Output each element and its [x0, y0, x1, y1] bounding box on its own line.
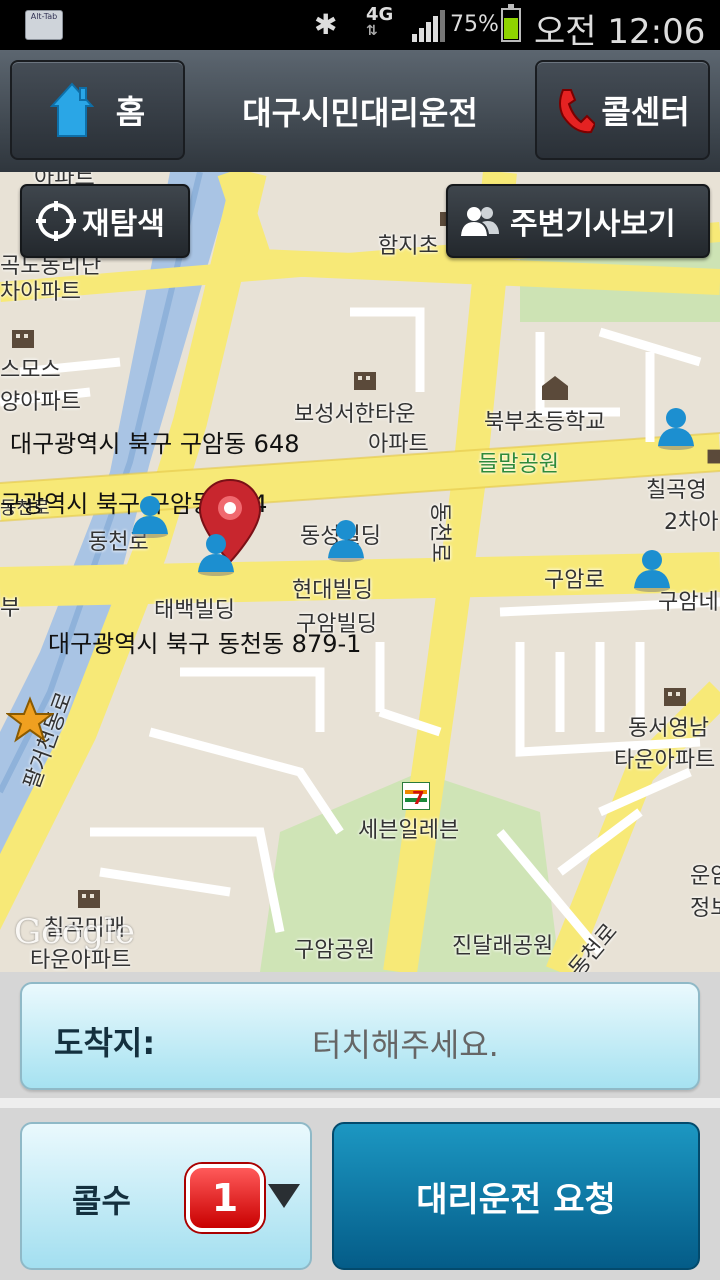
building-icon	[354, 372, 376, 390]
building-icon	[12, 330, 34, 348]
crosshair-icon	[34, 199, 78, 243]
address-label: 대구광역시 북구 동천동 879-1	[48, 630, 362, 658]
favorite-star-icon[interactable]	[6, 696, 54, 744]
rescan-label: 재탐색	[82, 207, 165, 242]
map-label: 구암공원	[294, 938, 375, 963]
map-label: 운암	[690, 864, 720, 889]
call-count-selector[interactable]: 콜수 1	[20, 1122, 312, 1270]
home-label: 홈	[115, 93, 146, 131]
building-icon	[78, 890, 100, 908]
map-label: 북부초등학교	[484, 410, 606, 435]
nearby-drivers-button[interactable]: 주변기사보기	[446, 184, 710, 258]
call-count-label: 콜수	[72, 1182, 131, 1220]
map-label: 동서영남	[628, 716, 709, 741]
map-label: 현대빌딩	[292, 578, 373, 603]
rescan-button[interactable]: 재탐색	[20, 184, 190, 258]
home-button[interactable]: 홈	[10, 60, 185, 160]
signal-strength-icon	[412, 10, 445, 42]
request-driver-button[interactable]: 대리운전 요청	[332, 1122, 700, 1270]
map-label: 구암로	[544, 568, 605, 593]
alt-tab-app-icon: Alt-Tab	[25, 10, 63, 40]
map-label: 칠곡영	[646, 478, 707, 503]
map-label: 보성서한타운	[294, 402, 416, 427]
phone-icon	[555, 86, 596, 134]
driver-icon[interactable]	[326, 518, 366, 562]
destination-placeholder: 터치해주세요.	[312, 1026, 499, 1064]
divider	[0, 1098, 720, 1108]
call-count-badge: 1	[186, 1164, 264, 1232]
driver-icon[interactable]	[196, 532, 236, 576]
map-label: 2차아	[664, 510, 719, 535]
map-label: 세븐일레븐	[358, 818, 460, 843]
nearby-drivers-label: 주변기사보기	[510, 207, 676, 242]
driver-icon[interactable]	[656, 406, 696, 450]
map-label: 차아파트	[0, 280, 81, 305]
app-header: 홈 대구시민대리운전 콜센터	[0, 50, 720, 174]
dropdown-arrow-icon	[268, 1184, 300, 1208]
building-icon	[707, 449, 720, 464]
battery-percent: 75%	[450, 12, 499, 37]
app-title: 대구시민대리운전	[242, 94, 478, 132]
bottom-panel: 도착지: 터치해주세요. 콜수 1 대리운전 요청	[0, 972, 720, 1280]
map-label: 동천로	[427, 502, 452, 563]
map-label: 진달래공원	[452, 934, 554, 959]
map-label: 타운아파트	[614, 748, 716, 773]
bluetooth-icon: ✱	[314, 8, 338, 41]
home-icon	[49, 82, 94, 138]
map-label: 정보	[690, 896, 720, 921]
seven-eleven-icon: 7	[402, 782, 430, 810]
battery-icon	[501, 4, 521, 42]
destination-label: 도착지:	[54, 1024, 156, 1062]
users-icon	[460, 204, 500, 238]
network-type: 4G	[366, 4, 394, 25]
driver-icon[interactable]	[632, 548, 672, 592]
map-label: 아파트	[368, 432, 429, 457]
map-label: 스모스	[0, 358, 61, 383]
map-label: 부	[0, 596, 21, 621]
clock: 오전 12:06	[534, 12, 706, 52]
address-label: 대구광역시 북구 구암동 648	[10, 430, 300, 458]
svg-text:7: 7	[412, 788, 425, 809]
map-view[interactable]: 아파트 함지초 곡도동리단 차아파트 스모스 양아파트 보성서한타운 아파트 북…	[0, 172, 720, 972]
map-label: 태백빌딩	[154, 598, 235, 623]
status-bar: Alt-Tab ✱ 4G ⇅ 75% 오전 12:06	[0, 0, 720, 52]
request-driver-label: 대리운전 요청	[416, 1179, 616, 1220]
building-icon	[664, 688, 686, 706]
call-center-label: 콜센터	[601, 93, 690, 131]
network-indicator: 4G ⇅	[366, 4, 394, 39]
map-label: 양아파트	[0, 390, 81, 415]
school-icon	[542, 376, 568, 400]
destination-field[interactable]: 도착지: 터치해주세요.	[20, 982, 700, 1090]
map-label: 들말공원	[478, 452, 559, 477]
driver-icon[interactable]	[130, 494, 170, 538]
map-label: 함지초	[378, 234, 439, 259]
google-watermark: Google	[14, 912, 135, 952]
call-center-button[interactable]: 콜센터	[535, 60, 710, 160]
